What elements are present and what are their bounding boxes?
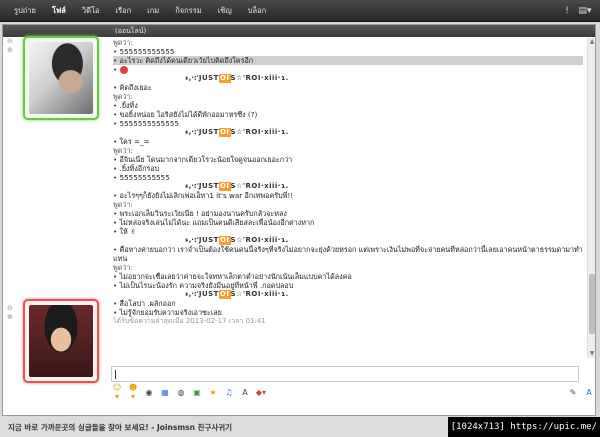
signature-prefix: ء,·:'JUST — [185, 290, 219, 298]
speaker-label: พูดว่า: — [113, 92, 133, 101]
font-icon[interactable]: A — [239, 388, 251, 397]
chat-message: ใคร =_= — [113, 137, 583, 146]
scroll-down-icon[interactable]: ▼ — [588, 350, 596, 358]
chat-message: คือทางค่ายบอกว่า เราจำเป็นต้องใช้คนคนนี้… — [113, 245, 583, 263]
game-icon[interactable]: ★ — [207, 388, 219, 397]
handwriting-icon[interactable]: ✎ — [567, 388, 579, 397]
pin-icon[interactable]: ⊕ — [7, 46, 13, 54]
image-icon[interactable]: ▣ — [191, 388, 203, 397]
message-input[interactable] — [111, 366, 579, 382]
signature-badge: OI — [218, 74, 231, 83]
display-name-signature: ء,·:'JUSTOIS☆'ROI·xiii·ɿ. — [113, 236, 583, 245]
signature-suffix: S☆'ROI·xiii·ɿ. — [230, 74, 289, 82]
top-nav: รูปถ่าย โฟล์ วิดีโอ เรือก เกม กิจกรรม เชิญ บล็อ… — [0, 0, 274, 22]
toolbar-right: ✎ A — [567, 388, 595, 397]
chat-message: ไม่เป็นไรนะน้องรัก ความจริงยังมีนอยู่ที่… — [113, 281, 583, 290]
conversation-scrollbar[interactable]: ▲ ▼ — [587, 38, 595, 358]
scroll-up-icon[interactable]: ▲ — [588, 38, 596, 46]
signature-prefix: ء,·:'JUST — [185, 74, 219, 82]
chat-message: .ยิ้งทิ้ง — [113, 101, 583, 110]
chat-message: ขอยิ้งหน่อย ไอริสยังไม่ได้ดีพักออมาหรซึ่… — [113, 110, 583, 119]
upic-watermark: [1024x713] https://upic.me/ — [447, 417, 600, 437]
contact-avatar — [29, 42, 93, 114]
signature-suffix: S☆'ROI·xiii·ɿ. — [230, 128, 289, 136]
footer-bar: 지금 바로 가까운곳의 싱글들을 찾아 보세요! - Joinsmsn 친구사귀… — [0, 417, 600, 437]
display-name-signature: ء,·:'JUSTOIS☆'ROI·xiii·ɿ. — [113, 128, 583, 137]
conversation-history: พูดว่า:555555555555อะไรวะ คิดถึงได้คนเดี… — [113, 38, 583, 358]
last-message-timestamp: ได้รับข้อความล่าสุดเมื่อ 2013-02-17 เวลา… — [113, 317, 266, 325]
alert-icon[interactable]: ! — [560, 6, 574, 16]
nav-item-4[interactable]: เกม — [139, 0, 167, 22]
wink-icon[interactable]: ☻▾ — [127, 383, 139, 401]
display-name-signature: ء,·:'JUSTOIS☆'ROI·xiii·ɿ. — [113, 290, 583, 299]
emoticon-icon[interactable]: ☺▾ — [111, 383, 123, 401]
nav-item-0[interactable]: รูปถ่าย — [6, 0, 44, 22]
speaker-label: พูดว่า: — [113, 146, 133, 155]
color-icon[interactable]: ◆▾ — [255, 388, 267, 397]
chat-message: ไม่หล่อจริงเล่นไม่ได้นะ แถมเป็นคนดีเสียส… — [113, 218, 583, 227]
display-name-signature: ء,·:'JUSTOIS☆'ROI·xiii·ɿ. — [113, 182, 583, 191]
collapse-icon-bottom[interactable]: ⊖ — [7, 304, 13, 312]
send-file-icon[interactable]: ▦ — [159, 388, 171, 397]
chat-message-emoticon — [113, 65, 583, 74]
contact-status: (ออนไลน์) — [115, 27, 147, 35]
chat-message: คิดถึงเยอะ — [113, 83, 583, 92]
nav-item-1[interactable]: โฟล์ — [44, 0, 74, 22]
signature-prefix: ء,·:'JUST — [185, 236, 219, 244]
signature-badge: OI — [218, 128, 231, 137]
signature-suffix: S☆'ROI·xiii·ɿ. — [230, 236, 289, 244]
angry-emoticon-icon — [119, 66, 128, 74]
signature-prefix: ء,·:'JUST — [185, 182, 219, 190]
nudge-icon[interactable]: ◉ — [143, 388, 155, 397]
user-menu-icon[interactable]: ▤▾ — [578, 6, 592, 16]
collapse-icon[interactable]: ⊖ — [7, 37, 13, 45]
scroll-thumb[interactable] — [589, 274, 595, 334]
nav-item-5[interactable]: กิจกรรม — [167, 0, 209, 22]
chat-message: ไม่รู้จักยอมรับความจริงเอาซะเลย — [113, 308, 583, 317]
signature-suffix: S☆'ROI·xiii·ɿ. — [230, 182, 289, 190]
chat-message: 5555555555555 — [113, 119, 583, 128]
nav-item-6[interactable]: เชิญ — [210, 0, 240, 22]
contact-avatar-frame[interactable] — [23, 36, 99, 120]
speaker-label: พูดว่า: — [113, 263, 133, 272]
chat-message: อะไรๆๆก็ยังยังไม่เลิกเพ่อเอ็ทา1 it's war… — [113, 191, 583, 200]
background-icon[interactable]: ◍ — [175, 388, 187, 397]
self-avatar-frame[interactable] — [23, 299, 99, 383]
chat-message: พระเอกเล็มวิ่นระเว้ยเนี่ย ! อย่ามองนานคร… — [113, 209, 583, 218]
chat-window: (ออนไลน์) ⊖ ⊕ ⊖ ⊕ พูดว่า:555555555555อะไ… — [2, 24, 596, 416]
self-avatar — [29, 305, 93, 377]
signature-badge: OI — [218, 290, 231, 299]
nav-item-7[interactable]: บล็อก — [240, 0, 274, 22]
chat-message: ไม่อยากจะเชื่อเลยว่าค่ายจะใจทหาเล็กตาต่ำ… — [113, 272, 583, 281]
display-name-signature: ء,·:'JUSTOIS☆'ROI·xiii·ɿ. — [113, 74, 583, 83]
chat-message: 55555555555 — [113, 173, 583, 182]
chat-message: 555555555555 — [113, 47, 583, 56]
chat-message: อีจินเนี่ย โดนมากจากเดียวโรวะน้อยใจดูจนอ… — [113, 155, 583, 164]
speaker-label: พูดว่า: — [113, 38, 133, 47]
nav-item-2[interactable]: วิดีโอ — [74, 0, 108, 22]
chat-message: ให้ ✌ — [113, 227, 583, 236]
signature-suffix: S☆'ROI·xiii·ɿ. — [230, 290, 289, 298]
chat-message: .ยิ้งทิ้งอีกรอบ — [113, 164, 583, 173]
activity-icon[interactable]: ♫ — [223, 388, 235, 397]
top-bar: รูปถ่าย โฟล์ วิดีโอ เรือก เกม กิจกรรม เชิญ บล็อ… — [0, 0, 600, 22]
ad-link[interactable]: 지금 바로 가까운곳의 싱글들을 찾아 보세요! - Joinsmsn 친구사귀… — [8, 422, 232, 433]
pin-icon-bottom[interactable]: ⊕ — [7, 313, 13, 321]
text-caret — [115, 370, 116, 379]
signature-badge: OI — [218, 236, 231, 245]
text-mode-icon[interactable]: A — [583, 388, 595, 397]
compose-toolbar: ☺▾ ☻▾ ◉ ▦ ◍ ▣ ★ ♫ A ◆▾ ✎ A — [111, 383, 595, 401]
speaker-label: พูดว่า: — [113, 200, 133, 209]
signature-badge: OI — [218, 182, 231, 191]
top-right-controls: ! ▤▾ — [560, 6, 600, 16]
nav-item-3[interactable]: เรือก — [108, 0, 140, 22]
chat-message: สื่อโลปา .ผลักออก — [113, 299, 583, 308]
chat-message: อะไรวะ คิดถึงได้คนเดียวเว้ยไปคิดถึงใครอี… — [113, 56, 583, 65]
signature-prefix: ء,·:'JUST — [185, 128, 219, 136]
